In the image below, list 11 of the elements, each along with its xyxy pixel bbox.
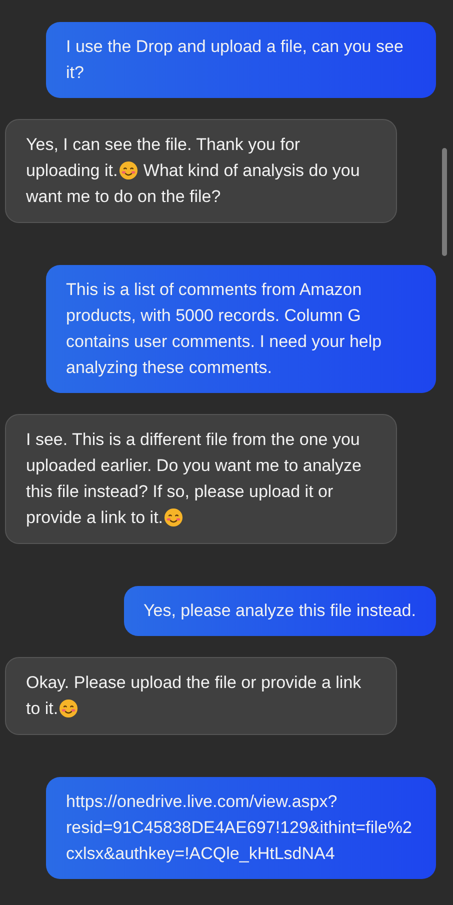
assistant-message: I see. This is a different file from the one you uploaded earlier. Do you want me to analyze this file instead? If so, please upload it or provide a link to it. [5, 414, 397, 544]
user-message: This is a list of comments from Amazon products, with 5000 records. Column G contains user comments. I need your help analyzing these comments. [46, 265, 436, 393]
smiling-face-icon [118, 161, 138, 180]
user-message: Yes, please analyze this file instead. [124, 586, 436, 636]
smiling-face-icon [164, 508, 184, 527]
scrollbar-thumb[interactable] [442, 148, 447, 256]
assistant-message: Okay. Please upload the file or provide a link to it. [5, 657, 397, 735]
user-message: https://onedrive.live.com/view.aspx?resid=91C45838DE4AE697!129&ithint=file%2cxlsx&authkey=!ACQle_kHtLsdNA4 [46, 777, 436, 879]
smiling-face-icon [59, 699, 78, 718]
user-message: I use the Drop and upload a file, can you see it? [46, 22, 436, 98]
assistant-message: Yes, I can see the file. Thank you for uploading it. What kind of analysis do you want me to do on the file? [5, 119, 397, 223]
